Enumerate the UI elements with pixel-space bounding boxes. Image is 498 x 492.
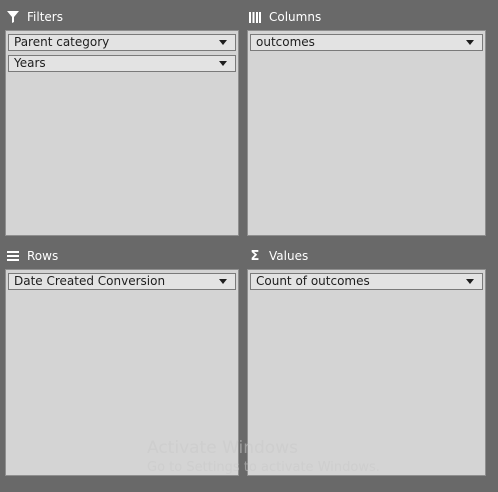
filter-icon bbox=[5, 10, 21, 24]
columns-title: Columns bbox=[269, 10, 322, 24]
columns-icon bbox=[247, 10, 263, 24]
filter-field-years[interactable]: Years bbox=[8, 55, 236, 72]
values-title: Values bbox=[269, 249, 309, 263]
field-label: Date Created Conversion bbox=[14, 274, 166, 288]
dropdown-arrow-icon[interactable] bbox=[219, 61, 227, 66]
field-label: Count of outcomes bbox=[256, 274, 370, 288]
sigma-icon: Σ bbox=[250, 248, 260, 264]
dropdown-arrow-icon[interactable] bbox=[466, 279, 474, 284]
filters-area: Filters Parent category Years bbox=[5, 6, 239, 236]
watermark-line-1: Activate Windows bbox=[147, 438, 298, 458]
column-field-outcomes[interactable]: outcomes bbox=[250, 34, 483, 51]
activation-watermark: Activate Windows Go to Settings to activ… bbox=[147, 438, 380, 475]
value-field-count-of-outcomes[interactable]: Count of outcomes bbox=[250, 273, 483, 290]
filters-title: Filters bbox=[27, 10, 63, 24]
dropdown-arrow-icon[interactable] bbox=[219, 279, 227, 284]
row-field-date-created-conversion[interactable]: Date Created Conversion bbox=[8, 273, 236, 290]
dropdown-arrow-icon[interactable] bbox=[219, 40, 227, 45]
dropdown-arrow-icon[interactable] bbox=[466, 40, 474, 45]
values-header: Σ Values bbox=[247, 245, 486, 267]
columns-header: Columns bbox=[247, 6, 486, 28]
watermark-line-2: Go to Settings to activate Windows. bbox=[147, 460, 380, 475]
field-label: outcomes bbox=[256, 35, 315, 49]
columns-area: Columns outcomes bbox=[247, 6, 486, 236]
filters-header: Filters bbox=[5, 6, 239, 28]
rows-title: Rows bbox=[27, 249, 59, 263]
field-label: Parent category bbox=[14, 35, 110, 49]
rows-icon bbox=[5, 249, 21, 263]
field-label: Years bbox=[14, 56, 46, 70]
filters-drop-zone[interactable]: Parent category Years bbox=[5, 30, 239, 236]
rows-header: Rows bbox=[5, 245, 239, 267]
filter-field-parent-category[interactable]: Parent category bbox=[8, 34, 236, 51]
columns-drop-zone[interactable]: outcomes bbox=[247, 30, 486, 236]
